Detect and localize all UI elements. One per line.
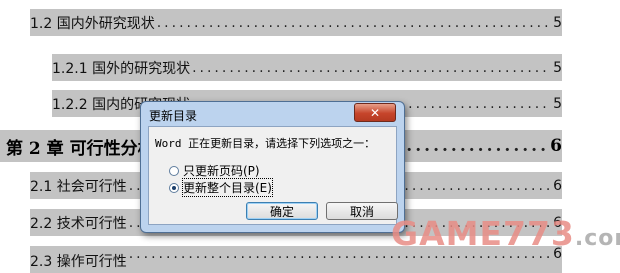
toc-page-number: 5 [553, 14, 562, 31]
toc-leader-dots [192, 60, 549, 76]
toc-entry-title: 2.3 操作可行性 [30, 254, 127, 270]
dialog-prompt: Word 正在更新目录，请选择下列选项之一： [155, 137, 376, 150]
toc-leader-dots [157, 15, 549, 31]
toc-entry-title: 第 2 章 可行性分析 [6, 138, 155, 159]
watermark-text: GAME773 [391, 214, 575, 253]
toc-entry-title: 1.2.1 国外的研究现状 [52, 60, 191, 77]
toc-entry-title: 2.1 社会可行性 [30, 178, 127, 195]
update-toc-dialog: 更新目录 ✕ Word 正在更新目录，请选择下列选项之一： 只更新页码(P) 更… [140, 101, 405, 233]
toc-page-number: 5 [553, 59, 562, 76]
option-update-page-numbers[interactable]: 只更新页码(P) [169, 162, 260, 179]
close-icon: ✕ [369, 105, 381, 120]
toc-page-number: 6 [553, 177, 562, 194]
radio-button-selected[interactable] [169, 182, 179, 193]
ok-button[interactable]: 确定 [246, 202, 318, 220]
close-button[interactable]: ✕ [354, 103, 396, 122]
ok-label: 确定 [269, 204, 294, 219]
option-label: 只更新页码(P) [183, 164, 260, 178]
option-update-entire-table[interactable]: 更新整个目录(E) [169, 178, 273, 197]
cancel-button[interactable]: 取消 [326, 202, 398, 220]
toc-entry-title: 1.2 国内外研究现状 [30, 15, 155, 32]
watermark-domain: .com [574, 226, 620, 251]
radio-button[interactable] [169, 165, 179, 176]
toc-entry-1-2-1[interactable]: 1.2.1 国外的研究现状 5 [52, 54, 562, 81]
watermark-logo: GAME773.com [391, 214, 620, 253]
option-label: 更新整个目录(E) [182, 178, 273, 197]
toc-entry-title: 2.2 技术可行性 [30, 215, 127, 232]
dialog-body: Word 正在更新目录，请选择下列选项之一： 只更新页码(P) 更新整个目录(E… [148, 126, 398, 225]
toc-entry-1-2[interactable]: 1.2 国内外研究现状 5 [30, 9, 562, 36]
toc-page-number: 6 [550, 136, 562, 156]
toc-page-number: 5 [553, 95, 562, 112]
dialog-title: 更新目录 [149, 109, 198, 123]
cancel-label: 取消 [349, 204, 374, 219]
